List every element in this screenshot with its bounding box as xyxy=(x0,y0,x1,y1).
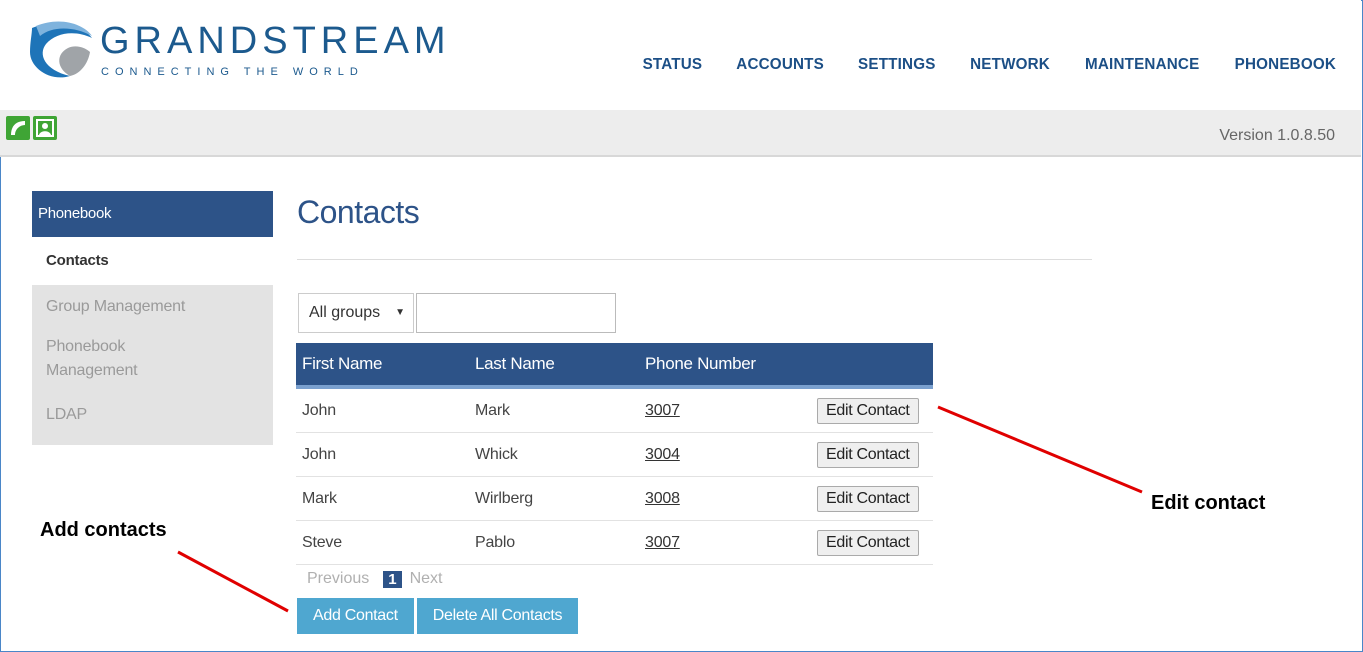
edit-contact-button[interactable]: Edit Contact xyxy=(817,485,919,512)
cell-action: Edit Contact xyxy=(811,432,933,477)
contacts-table: First Name Last Name Phone Number John M… xyxy=(296,343,933,565)
grandstream-logo[interactable]: GRANDSTREAM CONNECTING THE WORLD xyxy=(26,18,446,88)
cell-first-name: Steve xyxy=(296,520,469,565)
column-actions xyxy=(811,343,933,389)
search-input[interactable] xyxy=(416,293,616,333)
edit-contact-button[interactable]: Edit Contact xyxy=(817,529,919,556)
delete-all-contacts-button[interactable]: Delete All Contacts xyxy=(416,598,579,634)
chevron-down-icon: ▼ xyxy=(395,307,405,318)
phone-link[interactable]: 3007 xyxy=(645,534,680,551)
sidebar-item-ldap[interactable]: LDAP xyxy=(32,389,273,445)
nav-accounts[interactable]: ACCOUNTS xyxy=(736,56,824,74)
title-divider xyxy=(297,259,1092,260)
phone-link[interactable]: 3007 xyxy=(645,402,680,419)
cell-action: Edit Contact xyxy=(811,476,933,521)
page-title: Contacts xyxy=(297,194,420,230)
version-label: Version 1.0.8.50 xyxy=(1219,127,1335,144)
nav-status[interactable]: STATUS xyxy=(643,56,703,74)
cell-phone: 3008 xyxy=(639,476,811,521)
pagination: Previous 1 Next xyxy=(307,570,443,588)
main-nav: STATUS ACCOUNTS SETTINGS NETWORK MAINTEN… xyxy=(611,56,1339,74)
edit-contact-button[interactable]: Edit Contact xyxy=(817,441,919,468)
group-filter-select[interactable]: All groups ▼ xyxy=(298,293,414,333)
cell-last-name: Pablo xyxy=(469,520,639,565)
sidebar: Phonebook Contacts Group Management Phon… xyxy=(32,191,273,445)
column-phone-number[interactable]: Phone Number xyxy=(639,343,811,389)
cell-action: Edit Contact xyxy=(811,387,933,433)
cell-action: Edit Contact xyxy=(811,520,933,565)
nav-maintenance[interactable]: MAINTENANCE xyxy=(1085,56,1199,74)
cell-phone: 3004 xyxy=(639,432,811,477)
pagination-current-page[interactable]: 1 xyxy=(383,570,402,588)
brand-name: GRANDSTREAM xyxy=(100,20,451,62)
contact-card-icon[interactable] xyxy=(33,116,57,140)
add-contact-button[interactable]: Add Contact xyxy=(297,598,414,634)
table-row: Mark Wirlberg 3008 Edit Contact xyxy=(296,476,933,521)
table-row: Steve Pablo 3007 Edit Contact xyxy=(296,520,933,565)
sidebar-header-phonebook[interactable]: Phonebook xyxy=(32,191,273,237)
nav-settings[interactable]: SETTINGS xyxy=(858,56,936,74)
sidebar-item-group-management[interactable]: Group Management xyxy=(32,285,273,329)
cell-first-name: John xyxy=(296,432,469,477)
brand-tagline: CONNECTING THE WORLD xyxy=(101,66,364,78)
sidebar-item-label: Phonebook Management xyxy=(46,338,138,379)
annotation-add-contacts: Add contacts xyxy=(40,519,167,541)
edit-contact-button[interactable]: Edit Contact xyxy=(817,397,919,424)
phone-link[interactable]: 3004 xyxy=(645,446,680,463)
cell-first-name: John xyxy=(296,387,469,433)
pagination-previous[interactable]: Previous xyxy=(307,570,369,588)
pagination-next[interactable]: Next xyxy=(410,570,443,588)
top-header: GRANDSTREAM CONNECTING THE WORLD STATUS … xyxy=(0,0,1361,110)
sidebar-item-contacts[interactable]: Contacts xyxy=(32,237,273,285)
nav-network[interactable]: NETWORK xyxy=(970,56,1050,74)
group-filter-value: All groups xyxy=(309,304,381,321)
cell-phone: 3007 xyxy=(639,520,811,565)
toolbar: Version 1.0.8.50 xyxy=(0,110,1361,157)
cell-phone: 3007 xyxy=(639,387,811,433)
cell-last-name: Whick xyxy=(469,432,639,477)
phone-icon[interactable] xyxy=(6,116,30,140)
action-buttons: Add Contact Delete All Contacts xyxy=(297,598,581,634)
column-last-name[interactable]: Last Name xyxy=(469,343,639,389)
sidebar-item-phonebook-management[interactable]: Phonebook Management xyxy=(32,329,273,389)
phone-link[interactable]: 3008 xyxy=(645,490,680,507)
table-row: John Mark 3007 Edit Contact xyxy=(296,387,933,433)
cell-first-name: Mark xyxy=(296,476,469,521)
logo-swoosh-icon xyxy=(30,21,92,78)
nav-phonebook[interactable]: PHONEBOOK xyxy=(1235,56,1336,74)
table-header-row: First Name Last Name Phone Number xyxy=(296,343,933,389)
cell-last-name: Wirlberg xyxy=(469,476,639,521)
cell-last-name: Mark xyxy=(469,387,639,433)
annotation-edit-contact: Edit contact xyxy=(1151,492,1266,514)
column-first-name[interactable]: First Name xyxy=(296,343,469,389)
table-row: John Whick 3004 Edit Contact xyxy=(296,432,933,477)
